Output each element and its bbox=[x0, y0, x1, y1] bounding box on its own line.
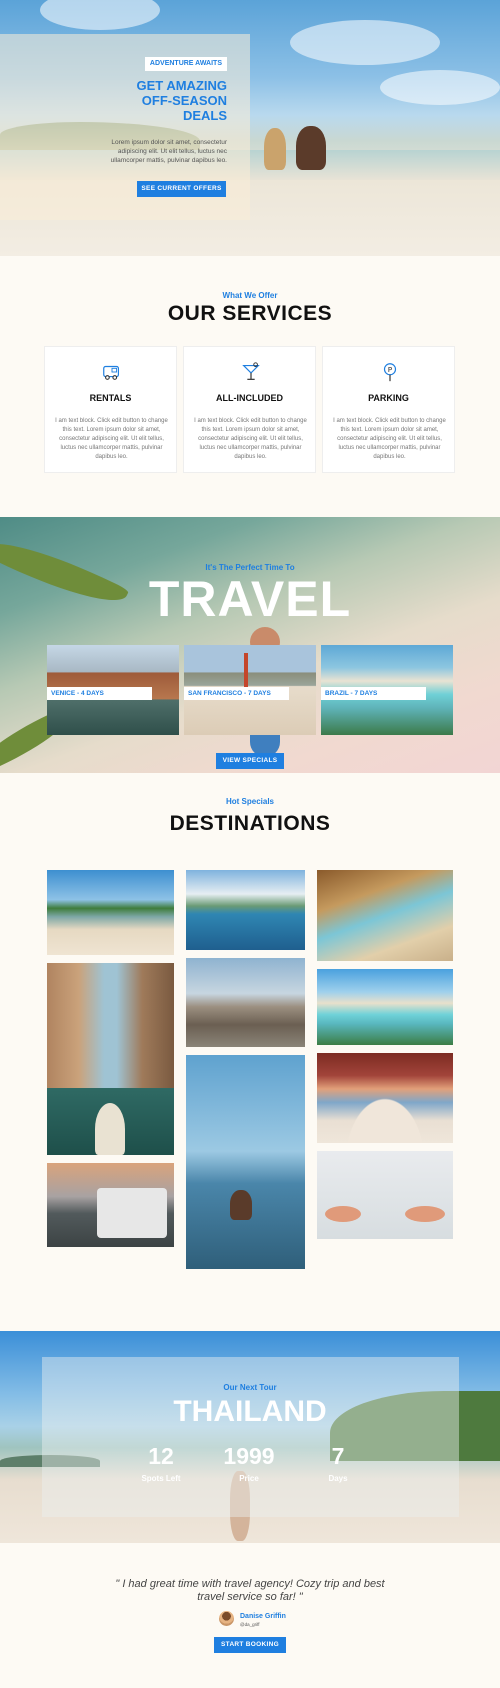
gallery-photo-venice-canal[interactable] bbox=[47, 963, 174, 1155]
gallery-photo-red-arch[interactable] bbox=[317, 1053, 453, 1143]
avatar bbox=[219, 1611, 234, 1626]
hero-tag: ADVENTURE AWAITS bbox=[145, 57, 227, 71]
destination-label: BRAZIL - 7 DAYS bbox=[321, 687, 426, 700]
testimonial-name: Danise Griffin bbox=[240, 1613, 286, 1620]
services-eyebrow: What We Offer bbox=[222, 291, 278, 300]
stat-spots-label: Spots Left bbox=[141, 1474, 181, 1483]
service-title: RENTALS bbox=[89, 393, 132, 403]
foot bbox=[405, 1206, 445, 1222]
start-booking-button[interactable]: START BOOKING bbox=[214, 1637, 286, 1653]
vehicle bbox=[97, 1188, 167, 1238]
testimonial-handle: @da_griff bbox=[240, 1622, 260, 1627]
service-card-rentals: RENTALS I am text block. Click edit butt… bbox=[44, 346, 177, 473]
stat-spots-value: 12 bbox=[148, 1443, 174, 1469]
service-title: ALL-INCLUDED bbox=[216, 393, 283, 403]
gallery-photo-cave-bay[interactable] bbox=[317, 870, 453, 961]
cocktail-icon bbox=[242, 362, 260, 380]
cloud bbox=[290, 20, 440, 65]
service-text: I am text block. Click edit button to ch… bbox=[333, 418, 446, 460]
svg-text:P: P bbox=[388, 365, 393, 374]
gallery-photo-beach[interactable] bbox=[47, 870, 174, 955]
hero-title: GET AMAZING OFF-SEASON DEALS bbox=[136, 78, 227, 123]
destinations-title: DESTINATIONS bbox=[169, 812, 331, 835]
travel-title: TRAVEL bbox=[148, 571, 352, 627]
stat-price-label: Price bbox=[239, 1474, 259, 1483]
tour-title: THAILAND bbox=[173, 1395, 327, 1428]
stat-days-label: Days bbox=[328, 1474, 348, 1483]
gallery-photo-town-square[interactable] bbox=[186, 958, 305, 1047]
destination-label: VENICE - 4 DAYS bbox=[47, 687, 152, 700]
boat bbox=[95, 1103, 125, 1155]
cloud bbox=[380, 70, 500, 105]
tour-eyebrow: Our Next Tour bbox=[223, 1383, 277, 1392]
gallery-photo-infinity-pool[interactable] bbox=[186, 1055, 305, 1269]
gallery-photo-lagoon[interactable] bbox=[317, 969, 453, 1045]
service-card-parking: P PARKING I am text block. Click edit bu… bbox=[322, 346, 455, 473]
hero-text: Lorem ipsum dolor sit amet, consectetur … bbox=[110, 139, 227, 164]
person-figure bbox=[230, 1190, 252, 1220]
destinations-eyebrow: Hot Specials bbox=[225, 797, 274, 806]
view-specials-button[interactable]: VIEW SPECIALS bbox=[216, 753, 284, 769]
parking-sign-icon: P bbox=[383, 363, 397, 382]
gallery-photo-jeep[interactable] bbox=[47, 1163, 174, 1247]
gallery-photo-sand-feet[interactable] bbox=[317, 1151, 453, 1239]
service-text: I am text block. Click edit button to ch… bbox=[194, 418, 307, 460]
service-title: PARKING bbox=[368, 393, 409, 403]
testimonial-quote: " I had great time with travel agency! C… bbox=[115, 1578, 385, 1603]
stat-days-value: 7 bbox=[331, 1443, 345, 1469]
person-figure bbox=[264, 128, 286, 170]
see-offers-button[interactable]: SEE CURRENT OFFERS bbox=[137, 181, 226, 197]
destination-label: SAN FRANCISCO - 7 DAYS bbox=[184, 687, 289, 700]
service-text: I am text block. Click edit button to ch… bbox=[55, 418, 168, 460]
cloud bbox=[40, 0, 160, 30]
gallery-photo-coast[interactable] bbox=[186, 870, 305, 950]
person-figure bbox=[296, 126, 326, 170]
foot bbox=[325, 1206, 361, 1222]
destination-card-brazil[interactable]: BRAZIL - 7 DAYS bbox=[321, 645, 453, 735]
tour-overlay-box bbox=[42, 1357, 459, 1517]
stat-price-value: 1999 bbox=[223, 1443, 275, 1469]
camper-van-icon bbox=[103, 365, 120, 380]
service-card-all-included: ALL-INCLUDED I am text block. Click edit… bbox=[183, 346, 316, 473]
destination-card-san-francisco[interactable]: SAN FRANCISCO - 7 DAYS bbox=[184, 645, 316, 735]
destination-card-venice[interactable]: VENICE - 4 DAYS bbox=[47, 645, 179, 735]
services-title: OUR SERVICES bbox=[167, 302, 333, 325]
